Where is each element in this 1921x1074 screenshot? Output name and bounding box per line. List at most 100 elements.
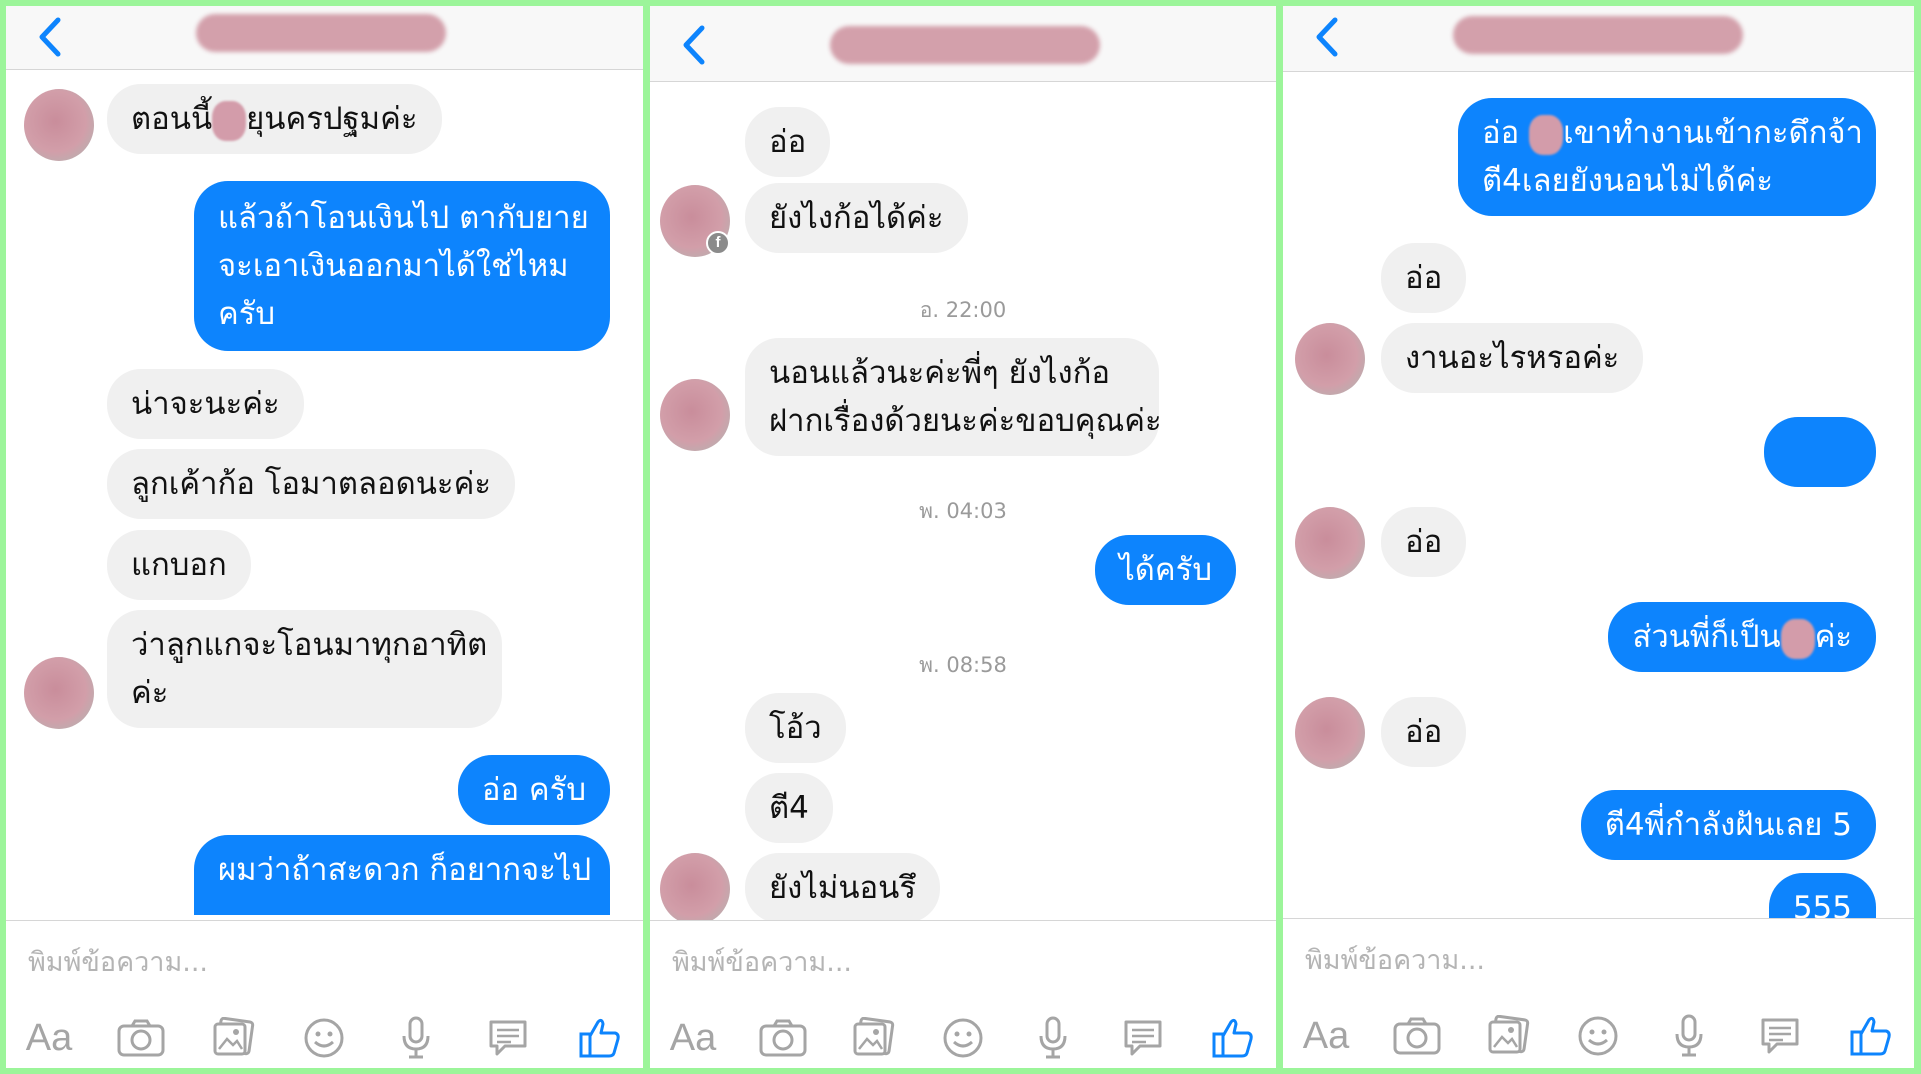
outgoing-message: ผมว่าถ้าสะดวก ก็อยากจะไป	[194, 835, 610, 915]
composer-toolbar: Aa	[20, 1013, 629, 1063]
emoji-icon	[304, 1018, 344, 1058]
message-composer: Aa	[6, 920, 643, 1068]
contact-avatar	[24, 89, 94, 161]
incoming-message: ว่าลูกแกจะโอนมาทุกอาทิต ค่ะ	[107, 610, 502, 728]
timestamp: อ. 22:00	[919, 298, 1007, 322]
redacted-outgoing-message	[1764, 417, 1876, 487]
incoming-message: อ่อ	[1381, 243, 1467, 313]
incoming-message: โอ้ว	[745, 693, 846, 763]
chat-header	[6, 6, 643, 70]
redacted-contact-name	[830, 26, 1100, 64]
redaction-blot	[1529, 114, 1564, 155]
composer-toolbar: Aa	[664, 1013, 1262, 1063]
text-format-button[interactable]: Aa	[1297, 1011, 1355, 1061]
contact-avatar	[660, 379, 730, 451]
text-format-button[interactable]: Aa	[664, 1013, 722, 1063]
microphone-icon	[1675, 1014, 1703, 1057]
camera-button[interactable]	[1388, 1011, 1446, 1061]
timestamp: พ. 04:03	[919, 499, 1007, 523]
back-chevron-icon[interactable]	[30, 12, 70, 62]
back-chevron-icon[interactable]	[674, 20, 714, 70]
quick-reply-button[interactable]	[479, 1013, 537, 1063]
message-list[interactable]: อ่อ เขาทำงานเข้ากะดึกจ้า ตี4เลยยังนอนไม่…	[1283, 73, 1914, 943]
gallery-button[interactable]	[844, 1013, 902, 1063]
incoming-message: อ่อ	[745, 107, 831, 177]
camera-button[interactable]	[112, 1013, 170, 1063]
thumbs-up-icon	[1212, 1018, 1253, 1058]
message-icon	[489, 1020, 527, 1056]
message-input[interactable]	[672, 939, 1254, 985]
chat-header	[1283, 6, 1914, 72]
contact-avatar	[660, 853, 730, 925]
gallery-icon	[1488, 1015, 1529, 1054]
voice-button[interactable]	[387, 1013, 445, 1063]
message-icon	[1124, 1020, 1162, 1056]
gallery-button[interactable]	[204, 1013, 262, 1063]
facebook-badge-icon: f	[706, 231, 730, 255]
emoji-icon	[1578, 1016, 1618, 1056]
thumbs-up-icon	[1850, 1016, 1891, 1056]
voice-button[interactable]	[1660, 1011, 1718, 1061]
outgoing-message: อ่อ ครับ	[457, 755, 610, 825]
incoming-message: แกบอก	[107, 530, 251, 600]
redaction-blot	[1780, 618, 1815, 659]
message-list[interactable]: ตอนนี้ ยุนครปฐมค่ะ แล้วถ้าโอนเงินไป ตากับ…	[6, 71, 643, 920]
timestamp: พ. 08:58	[919, 653, 1007, 677]
outgoing-message: แล้วถ้าโอนเงินไป ตากับยาย จะเอาเงินออกมา…	[194, 181, 610, 351]
contact-avatar	[24, 657, 94, 729]
incoming-message: ยังไม่นอนรึ	[745, 853, 940, 923]
contact-avatar	[1295, 323, 1365, 395]
like-button[interactable]	[1842, 1011, 1900, 1061]
microphone-icon	[1039, 1016, 1067, 1059]
outgoing-message: ได้ครับ	[1095, 535, 1236, 605]
like-button[interactable]	[1204, 1013, 1262, 1063]
gallery-button[interactable]	[1479, 1011, 1537, 1061]
incoming-message: ยังไงก้อได้ค่ะ	[745, 183, 968, 253]
gallery-icon	[213, 1017, 254, 1056]
conversation-panel-2: อ่อ f ยังไงก้อได้ค่ะ อ. 22:00 นอนแล้วนะค…	[650, 6, 1276, 1068]
contact-avatar: f	[660, 185, 730, 257]
redacted-contact-name	[196, 14, 446, 52]
quick-reply-button[interactable]	[1751, 1011, 1809, 1061]
quick-reply-button[interactable]	[1114, 1013, 1172, 1063]
incoming-message: อ่อ	[1381, 697, 1467, 767]
thumbs-up-icon	[579, 1018, 620, 1058]
redaction-blot	[212, 100, 247, 141]
outgoing-message: ตี4พี่กำลังฝันเลย 5	[1580, 790, 1876, 860]
contact-avatar	[1295, 507, 1365, 579]
message-list[interactable]: อ่อ f ยังไงก้อได้ค่ะ อ. 22:00 นอนแล้วนะค…	[650, 83, 1276, 925]
incoming-message: นอนแล้วนะค่ะพี่ๆ ยังไงก้อ ฝากเรื่องด้วยน…	[745, 338, 1162, 456]
contact-avatar	[1295, 697, 1365, 769]
conversation-panel-1: ตอนนี้ ยุนครปฐมค่ะ แล้วถ้าโอนเงินไป ตากับ…	[6, 6, 643, 1068]
incoming-message: งานอะไรหรอค่ะ	[1381, 323, 1644, 393]
camera-button[interactable]	[754, 1013, 812, 1063]
incoming-message: ตี4	[745, 773, 833, 843]
voice-button[interactable]	[1024, 1013, 1082, 1063]
outgoing-message: ส่วนพี่ก็เป็น ค่ะ	[1608, 602, 1876, 672]
message-composer: Aa	[650, 920, 1276, 1068]
emoji-icon	[943, 1018, 983, 1058]
gallery-icon	[853, 1017, 895, 1056]
emoji-button[interactable]	[1569, 1011, 1627, 1061]
message-input[interactable]	[1305, 937, 1892, 983]
camera-icon	[759, 1019, 807, 1057]
conversation-panel-3: อ่อ เขาทำงานเข้ากะดึกจ้า ตี4เลยยังนอนไม่…	[1283, 6, 1914, 1068]
chat-header	[650, 6, 1276, 82]
emoji-button[interactable]	[295, 1013, 353, 1063]
composer-toolbar: Aa	[1297, 1011, 1900, 1061]
like-button[interactable]	[571, 1013, 629, 1063]
message-composer: Aa	[1283, 918, 1914, 1068]
text-format-button[interactable]: Aa	[20, 1013, 78, 1063]
incoming-message: น่าจะนะค่ะ	[107, 369, 304, 439]
emoji-button[interactable]	[934, 1013, 992, 1063]
incoming-message: ตอนนี้ ยุนครปฐมค่ะ	[107, 84, 442, 154]
outgoing-message: อ่อ เขาทำงานเข้ากะดึกจ้า ตี4เลยยังนอนไม่…	[1458, 98, 1876, 216]
microphone-icon	[402, 1016, 430, 1059]
back-chevron-icon[interactable]	[1307, 12, 1347, 62]
camera-icon	[117, 1019, 165, 1057]
incoming-message: อ่อ	[1381, 507, 1467, 577]
message-icon	[1761, 1018, 1799, 1054]
incoming-message: ลูกเค้าก้อ โอมาตลอดนะค่ะ	[107, 449, 515, 519]
message-input[interactable]	[28, 939, 621, 985]
camera-icon	[1393, 1017, 1441, 1055]
